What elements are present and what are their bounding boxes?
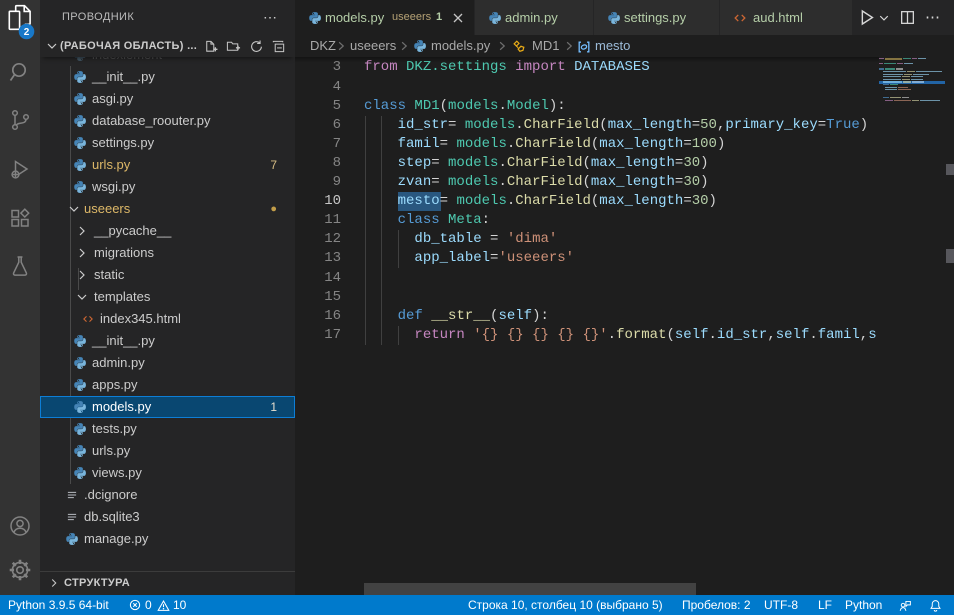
svg-text:2: 2 [24,27,30,38]
